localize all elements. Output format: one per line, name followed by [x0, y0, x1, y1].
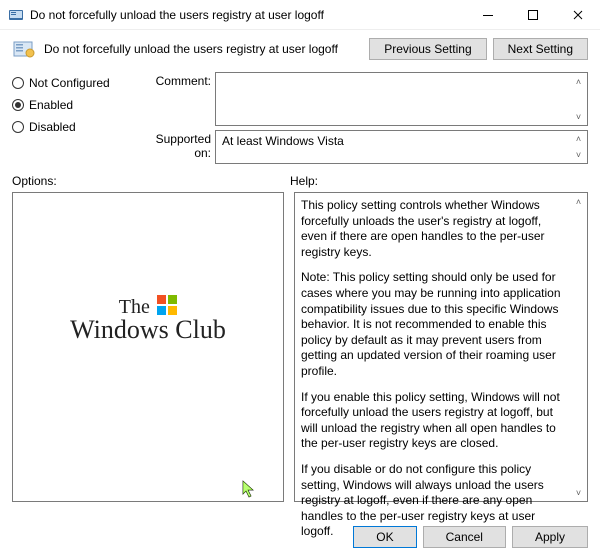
radio-icon — [12, 77, 24, 89]
minimize-button[interactable] — [465, 0, 510, 30]
scroll-up-icon[interactable]: ˄ — [570, 131, 587, 147]
policy-icon — [12, 39, 36, 59]
options-pane: The Windows Club — [12, 192, 284, 502]
scrollbar[interactable]: ˄˅ — [570, 131, 587, 163]
comment-textarea[interactable]: ˄˅ — [215, 72, 588, 126]
state-radio-group: Not Configured Enabled Disabled — [12, 72, 132, 164]
watermark-logo: The Windows Club — [13, 293, 283, 343]
options-label: Options: — [12, 174, 290, 188]
titlebar: Do not forcefully unload the users regis… — [0, 0, 600, 30]
config-area: Not Configured Enabled Disabled Comment:… — [0, 68, 600, 164]
window-title: Do not forcefully unload the users regis… — [30, 8, 465, 22]
ok-button[interactable]: OK — [353, 526, 416, 548]
gpedit-icon — [8, 7, 24, 23]
scroll-up-icon[interactable]: ˄ — [570, 73, 587, 90]
radio-label: Disabled — [29, 120, 76, 134]
dialog-footer: OK Cancel Apply — [353, 526, 588, 548]
pane-labels: Options: Help: — [0, 164, 600, 192]
split-panes: The Windows Club This policy setting con… — [0, 192, 600, 502]
previous-setting-button[interactable]: Previous Setting — [369, 38, 486, 60]
scrollbar[interactable]: ˄˅ — [570, 193, 587, 501]
header-row: Do not forcefully unload the users regis… — [0, 30, 600, 68]
help-pane: This policy setting controls whether Win… — [294, 192, 588, 502]
scroll-up-icon[interactable]: ˄ — [570, 193, 587, 210]
cancel-button[interactable]: Cancel — [423, 526, 506, 548]
help-paragraph: If you enable this policy setting, Windo… — [301, 390, 569, 452]
windows-flag-icon — [157, 295, 177, 315]
close-button[interactable] — [555, 0, 600, 30]
radio-label: Enabled — [29, 98, 73, 112]
supported-on-value: At least Windows Vista — [222, 134, 344, 148]
radio-not-configured[interactable]: Not Configured — [12, 76, 132, 90]
radio-disabled[interactable]: Disabled — [12, 120, 132, 134]
help-paragraph: This policy setting controls whether Win… — [301, 198, 569, 260]
cursor-icon — [242, 480, 256, 501]
scroll-down-icon[interactable]: ˅ — [570, 147, 587, 163]
apply-button[interactable]: Apply — [512, 526, 588, 548]
scroll-down-icon[interactable]: ˅ — [570, 108, 587, 125]
supported-on-label: Supported on: — [136, 126, 211, 164]
help-paragraph: Note: This policy setting should only be… — [301, 270, 569, 379]
policy-name: Do not forcefully unload the users regis… — [44, 42, 369, 56]
radio-label: Not Configured — [29, 76, 110, 90]
radio-enabled[interactable]: Enabled — [12, 98, 132, 112]
next-setting-button[interactable]: Next Setting — [493, 38, 588, 60]
window-controls — [465, 0, 600, 30]
logo-line2: Windows Club — [13, 317, 283, 343]
supported-on-field: At least Windows Vista ˄˅ — [215, 130, 588, 164]
radio-icon — [12, 99, 24, 111]
comment-label: Comment: — [136, 72, 211, 126]
radio-icon — [12, 121, 24, 133]
scrollbar[interactable]: ˄˅ — [570, 73, 587, 125]
help-label: Help: — [290, 174, 588, 188]
nav-buttons: Previous Setting Next Setting — [369, 38, 588, 60]
help-text: This policy setting controls whether Win… — [295, 193, 587, 555]
scroll-down-icon[interactable]: ˅ — [570, 484, 587, 501]
maximize-button[interactable] — [510, 0, 555, 30]
